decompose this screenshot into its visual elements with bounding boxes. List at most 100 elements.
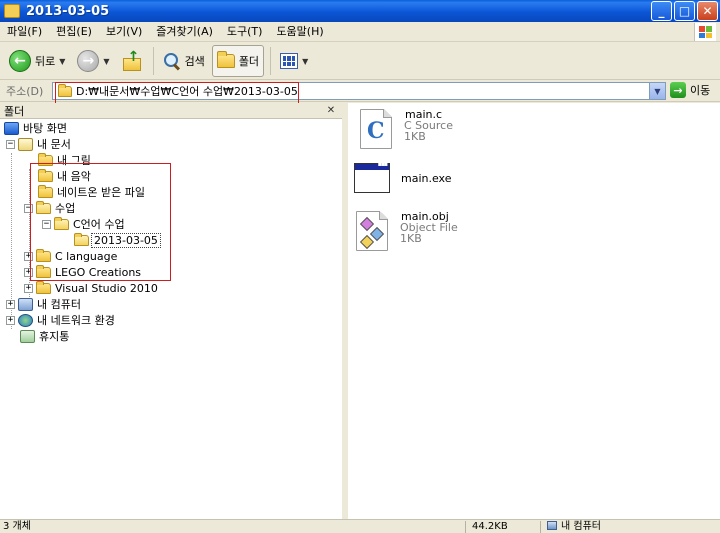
tree-item-c-class[interactable]: − C언어 수업	[42, 216, 125, 232]
status-location-label: 내 컴퓨터	[561, 521, 601, 532]
address-bar: 주소(D) D:₩내문서₩수업₩C언어 수업₩2013-03-05 ▼ → 이동	[0, 80, 720, 102]
title-bar[interactable]: 2013-03-05 _ □ ✕	[0, 0, 720, 22]
tree-item-label: C language	[55, 249, 118, 263]
forward-arrow-icon: →	[77, 50, 100, 72]
address-dropdown-icon[interactable]: ▼	[649, 83, 665, 99]
address-path[interactable]: D:₩내문서₩수업₩C언어 수업₩2013-03-05	[76, 83, 298, 99]
menu-help[interactable]: 도움말(H)	[269, 22, 330, 42]
tree-item-nateon-files[interactable]: 네이트온 받은 파일	[38, 184, 145, 200]
folder-icon	[36, 280, 51, 294]
views-dropdown-icon: ▼	[302, 56, 309, 66]
go-label: 이동	[690, 84, 711, 97]
views-icon	[280, 53, 299, 69]
tree-item-label: 네이트온 받은 파일	[57, 186, 145, 199]
tree-item-label: 내 네트워크 환경	[37, 314, 115, 327]
folders-pane-header: 폴더 ✕	[0, 103, 342, 119]
tree-item-my-music[interactable]: 내 음악	[38, 168, 91, 184]
tree-item-label: 내 그림	[57, 154, 91, 167]
close-icon: ✕	[702, 4, 713, 18]
folders-pane: 폴더 ✕ 바탕 화면 − 내 문서 내 그림 내 음악 네이트온 받은 파일 −	[0, 103, 345, 519]
executable-file-icon	[352, 159, 392, 199]
computer-icon	[547, 521, 557, 530]
menu-file[interactable]: 파일(F)	[0, 22, 49, 42]
back-button[interactable]: ← 뒤로 ▼	[4, 45, 70, 77]
tree-item-label: 내 컴퓨터	[37, 298, 81, 311]
object-file-icon	[352, 211, 392, 251]
go-arrow-icon: →	[670, 82, 686, 98]
expand-icon[interactable]: +	[6, 315, 15, 325]
minimize-button[interactable]: _	[651, 1, 672, 21]
file-item-main-obj[interactable]: main.obj Object File 1KB	[352, 211, 458, 251]
toolbar-separator	[270, 47, 272, 75]
forward-button[interactable]: → ▼	[72, 45, 114, 77]
collapse-icon[interactable]: −	[6, 139, 15, 149]
tree-item-lego-creations[interactable]: + LEGO Creations	[24, 264, 141, 280]
windows-logo-icon	[694, 23, 716, 41]
menu-edit[interactable]: 편집(E)	[49, 22, 99, 42]
tree-item-c-language[interactable]: + C language	[24, 248, 117, 264]
tree-item-label: 수업	[55, 202, 76, 215]
tree-item-my-computer[interactable]: + 내 컴퓨터	[6, 296, 81, 312]
address-input[interactable]: D:₩내문서₩수업₩C언어 수업₩2013-03-05 ▼	[52, 82, 666, 100]
folder-icon	[216, 51, 235, 68]
folder-icon	[36, 264, 51, 278]
expand-icon[interactable]: +	[24, 267, 33, 277]
go-button[interactable]: → 이동	[670, 82, 710, 98]
expand-icon[interactable]: +	[24, 283, 33, 293]
tree-item-label: Visual Studio 2010	[55, 281, 158, 295]
tree-item-label: 2013-03-05	[91, 232, 161, 248]
network-icon	[18, 313, 33, 327]
file-size: 1KB	[400, 232, 422, 245]
folder-icon	[38, 184, 53, 198]
status-total-size: 44.2KB	[472, 521, 508, 532]
search-button[interactable]: 검색	[158, 45, 210, 77]
file-list: C main.c C Source 1KB main.exe main.obj …	[348, 103, 720, 519]
up-folder-button[interactable]	[117, 45, 147, 77]
tree-item-label: 내 음악	[57, 170, 91, 183]
standard-toolbar: ← 뒤로 ▼ → ▼ 검색 폴더 ▼	[0, 43, 720, 80]
menu-tools[interactable]: 도구(T)	[220, 22, 270, 42]
status-separator	[540, 521, 541, 533]
tree-item-network[interactable]: + 내 네트워크 환경	[6, 312, 115, 328]
tree-item-visual-studio[interactable]: + Visual Studio 2010	[24, 280, 158, 296]
menu-bar: 파일(F) 편집(E) 보기(V) 즐겨찾기(A) 도구(T) 도움말(H)	[0, 22, 720, 42]
search-icon	[163, 52, 181, 70]
forward-dropdown-icon[interactable]: ▼	[103, 57, 109, 66]
collapse-icon[interactable]: −	[24, 203, 33, 213]
tree-item-class[interactable]: − 수업	[24, 200, 75, 216]
folder-icon	[38, 168, 53, 182]
expand-icon[interactable]: +	[6, 299, 15, 309]
open-folder-icon	[36, 200, 51, 214]
desktop-icon	[4, 121, 19, 135]
back-arrow-icon: ←	[9, 50, 31, 72]
collapse-icon[interactable]: −	[42, 219, 51, 229]
close-pane-icon[interactable]: ✕	[325, 105, 337, 117]
folders-label: 폴더	[238, 55, 260, 68]
tree-item-recycle-bin[interactable]: 휴지통	[20, 328, 69, 344]
tree-item-label: 바탕 화면	[23, 122, 67, 135]
file-item-main-exe[interactable]: main.exe	[352, 159, 453, 199]
menu-view[interactable]: 보기(V)	[99, 22, 149, 42]
c-source-file-icon: C	[356, 109, 396, 149]
file-name: main.exe	[401, 172, 452, 185]
folders-pane-title: 폴더	[4, 104, 25, 118]
my-documents-icon	[18, 137, 33, 151]
menu-favorites[interactable]: 즐겨찾기(A)	[149, 22, 220, 42]
status-object-count: 3 개체	[3, 521, 31, 532]
tree-item-my-documents[interactable]: − 내 문서	[6, 136, 71, 152]
tree-item-2013-03-05[interactable]: 2013-03-05	[74, 232, 161, 248]
status-separator	[465, 521, 466, 533]
back-dropdown-icon[interactable]: ▼	[59, 57, 65, 66]
minimize-icon: _	[658, 4, 665, 18]
folder-window-icon	[4, 4, 20, 18]
file-item-main-c[interactable]: C main.c C Source 1KB	[356, 109, 453, 149]
folders-button[interactable]: 폴더	[211, 45, 265, 77]
tree-item-desktop[interactable]: 바탕 화면	[4, 120, 67, 136]
tree-item-label: 내 문서	[37, 138, 71, 151]
tree-item-my-pictures[interactable]: 내 그림	[38, 152, 91, 168]
maximize-button[interactable]: □	[674, 1, 695, 21]
views-button[interactable]: ▼	[275, 45, 313, 77]
close-button[interactable]: ✕	[697, 1, 718, 21]
expand-icon[interactable]: +	[24, 251, 33, 261]
folder-icon	[38, 152, 53, 166]
